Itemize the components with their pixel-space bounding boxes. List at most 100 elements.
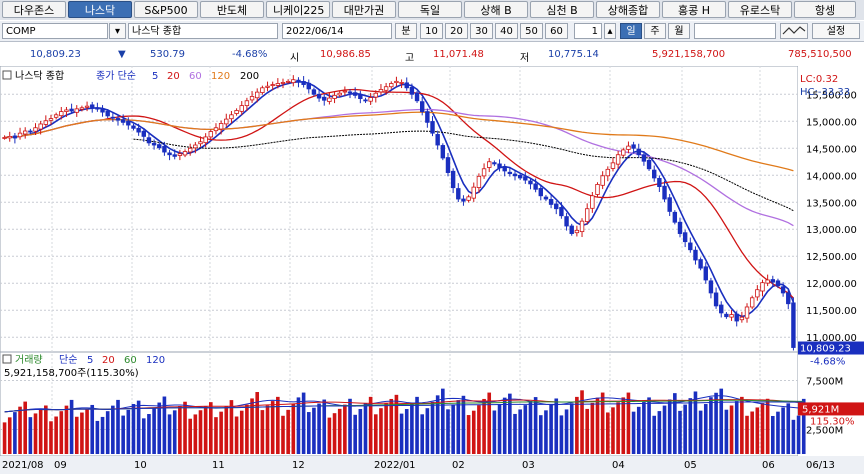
volume-legend-ma-120: 120 bbox=[146, 355, 165, 366]
chart-type-toggle[interactable] bbox=[780, 23, 808, 39]
volume-legend-ma-20: 20 bbox=[102, 355, 115, 366]
period-month-button[interactable]: 월 bbox=[668, 23, 690, 39]
candle bbox=[270, 84, 275, 86]
volume-bar bbox=[343, 404, 347, 454]
candle bbox=[296, 79, 301, 83]
tab-5[interactable]: 대만가권 bbox=[332, 1, 396, 18]
price-volume-chart[interactable]: 15,500.0015,000.0014,500.0014,000.0013,5… bbox=[0, 66, 864, 474]
candle bbox=[373, 92, 379, 98]
candle bbox=[698, 259, 703, 269]
volume-bar bbox=[781, 407, 785, 454]
tab-12[interactable]: 항셍 bbox=[794, 1, 856, 18]
volume-bar bbox=[616, 402, 620, 454]
volume-legend-box-icon bbox=[2, 354, 12, 364]
volume-value-label: 5,921,158,700주(115.30%) bbox=[4, 368, 139, 379]
symbol-search-button[interactable]: ▾ bbox=[109, 23, 126, 39]
volume-bar bbox=[667, 399, 672, 454]
chart-toolbar: COMP ▾ 나스닥 종합 2022/06/14 분 10 20 30 40 50 60 … bbox=[0, 21, 864, 42]
date-input[interactable]: 2022/06/14 bbox=[282, 23, 392, 39]
tab-9[interactable]: 상해종합 bbox=[596, 1, 660, 18]
volume-bar bbox=[312, 407, 316, 454]
candle bbox=[105, 110, 110, 117]
price-tick-label: 13,000.00 bbox=[806, 225, 857, 236]
candle bbox=[301, 81, 306, 85]
candle bbox=[445, 157, 451, 173]
low-label: 저 bbox=[520, 53, 530, 64]
candle bbox=[38, 123, 43, 130]
candle bbox=[770, 279, 776, 283]
minute-option-60[interactable]: 60 bbox=[545, 23, 568, 39]
volume-bar bbox=[193, 414, 198, 454]
open-label: 시 bbox=[290, 53, 300, 64]
minute-period-button[interactable]: 분 bbox=[395, 23, 417, 39]
minute-option-20[interactable]: 20 bbox=[445, 23, 468, 39]
volume-legend-ma-60: 60 bbox=[124, 355, 137, 366]
tab-10[interactable]: 홍콩 H bbox=[662, 1, 726, 18]
tab-11[interactable]: 유로스탁 bbox=[728, 1, 792, 18]
minute-option-10[interactable]: 10 bbox=[420, 23, 443, 39]
tab-4[interactable]: 니케이225 bbox=[266, 1, 330, 18]
tab-3[interactable]: 반도체 bbox=[200, 1, 264, 18]
candle bbox=[358, 94, 363, 100]
volume-bar bbox=[167, 414, 172, 454]
volume-bar bbox=[13, 412, 17, 454]
candle bbox=[502, 166, 507, 172]
candle bbox=[755, 289, 760, 298]
period-day-button[interactable]: 일 bbox=[620, 23, 642, 39]
volume-bar bbox=[80, 412, 84, 454]
minute-option-50[interactable]: 50 bbox=[520, 23, 543, 39]
volume-bar bbox=[373, 414, 378, 454]
volume-bar bbox=[518, 409, 522, 454]
volume-bar bbox=[404, 409, 409, 454]
settings-button[interactable]: 설정 bbox=[812, 23, 860, 39]
candle bbox=[69, 108, 74, 112]
minute-option-30[interactable]: 30 bbox=[470, 23, 493, 39]
candle bbox=[389, 83, 394, 88]
volume-bar bbox=[719, 388, 724, 454]
candle bbox=[90, 104, 95, 108]
price-legend-ma-200: 200 bbox=[240, 71, 259, 82]
candle bbox=[517, 174, 523, 179]
volume-bar bbox=[219, 411, 223, 454]
price-tick-label: 15,000.00 bbox=[806, 117, 857, 128]
candle bbox=[564, 216, 569, 227]
tab-1[interactable]: 나스닥 bbox=[68, 1, 132, 18]
time-tick-label: 03 bbox=[522, 460, 535, 471]
candle bbox=[688, 242, 693, 251]
symbol-input[interactable]: COMP bbox=[2, 23, 108, 39]
tab-8[interactable]: 심천 B bbox=[530, 1, 594, 18]
extra-input[interactable] bbox=[694, 23, 776, 39]
volume-bar bbox=[64, 405, 69, 454]
change-arrow-icon: ▼ bbox=[118, 49, 126, 60]
candle bbox=[193, 144, 198, 149]
volume-bar bbox=[657, 411, 662, 454]
volume-bar bbox=[384, 403, 388, 454]
candle bbox=[682, 232, 688, 243]
tab-0[interactable]: 다우존스 bbox=[2, 1, 66, 18]
candle bbox=[719, 304, 724, 314]
candle bbox=[208, 131, 214, 138]
time-tick-label: 02 bbox=[452, 460, 465, 471]
candle bbox=[84, 105, 90, 108]
volume-bar bbox=[260, 410, 265, 454]
count-input[interactable]: 1 bbox=[574, 23, 602, 39]
volume-bar bbox=[234, 416, 239, 454]
last-volume-pct: 115.30% bbox=[810, 416, 855, 427]
count-spinner[interactable]: ▴ bbox=[604, 23, 616, 39]
tab-2[interactable]: S&P500 bbox=[134, 1, 198, 18]
volume-legend-ma-label: 단순 bbox=[59, 354, 77, 366]
minute-option-40[interactable]: 40 bbox=[495, 23, 518, 39]
volume-bar bbox=[95, 420, 100, 454]
period-week-button[interactable]: 주 bbox=[644, 23, 666, 39]
tab-6[interactable]: 독일 bbox=[398, 1, 462, 18]
candle bbox=[146, 137, 152, 144]
volume-bar bbox=[306, 412, 311, 454]
candle bbox=[306, 82, 311, 90]
volume-bar bbox=[528, 401, 533, 454]
volume-bar bbox=[662, 405, 667, 454]
candle bbox=[569, 225, 574, 234]
volume-bar bbox=[203, 406, 208, 454]
wave-icon bbox=[782, 26, 806, 35]
time-tick-label: 11 bbox=[212, 460, 225, 471]
tab-7[interactable]: 상해 B bbox=[464, 1, 528, 18]
